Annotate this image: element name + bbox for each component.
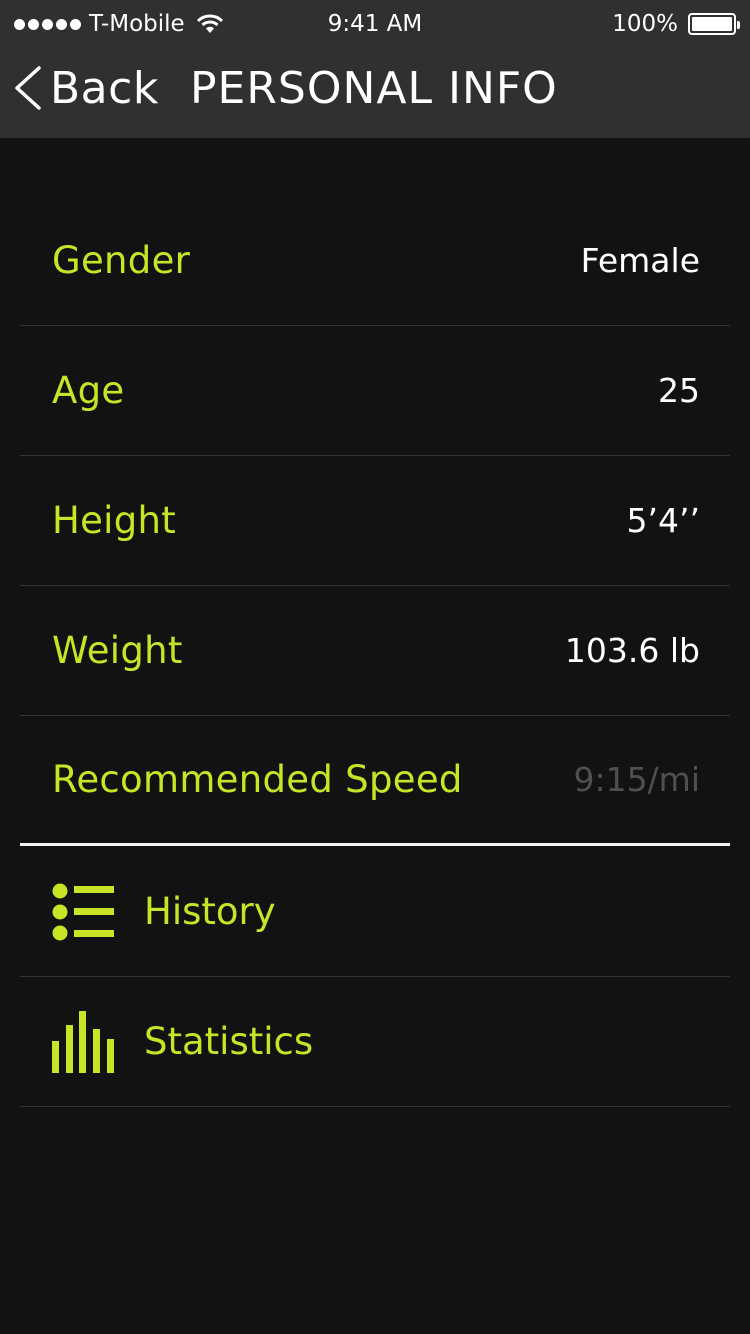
battery-percentage: 100% — [612, 11, 678, 37]
info-row-weight[interactable]: Weight 103.6 lb — [20, 586, 730, 716]
menu-item-history[interactable]: History — [20, 847, 730, 977]
menu-item-statistics[interactable]: Statistics — [20, 977, 730, 1107]
menu-item-label: History — [144, 890, 276, 933]
navigation-bar: T-Mobile 9:41 AM 100% Back PERSONAL INFO — [0, 0, 750, 138]
info-value: 9:15/mi — [573, 760, 700, 799]
info-label: Gender — [52, 239, 191, 282]
info-label: Recommended Speed — [52, 758, 463, 801]
info-value: 103.6 lb — [564, 631, 700, 670]
personal-info-list: Gender Female Age 25 Height 5’4’’ Weight… — [20, 196, 730, 846]
back-label: Back — [50, 62, 159, 114]
info-value: 25 — [658, 371, 700, 410]
bar-chart-icon — [52, 1010, 114, 1073]
status-bar: T-Mobile 9:41 AM 100% — [0, 0, 750, 50]
info-row-age[interactable]: Age 25 — [20, 326, 730, 456]
info-label: Age — [52, 369, 125, 412]
info-row-recommended-speed: Recommended Speed 9:15/mi — [20, 716, 730, 846]
page-title: PERSONAL INFO — [190, 62, 558, 114]
chevron-left-icon — [15, 66, 41, 110]
battery-icon — [688, 13, 740, 35]
back-button[interactable]: Back — [12, 58, 159, 118]
bottom-menu: History Statistics — [20, 847, 730, 1107]
info-label: Height — [52, 499, 177, 542]
info-value: 5’4’’ — [626, 501, 700, 540]
info-row-height[interactable]: Height 5’4’’ — [20, 456, 730, 586]
info-value: Female — [580, 241, 700, 280]
info-row-gender[interactable]: Gender Female — [20, 196, 730, 326]
info-label: Weight — [52, 629, 183, 672]
menu-item-label: Statistics — [144, 1020, 314, 1063]
list-icon — [52, 881, 114, 943]
